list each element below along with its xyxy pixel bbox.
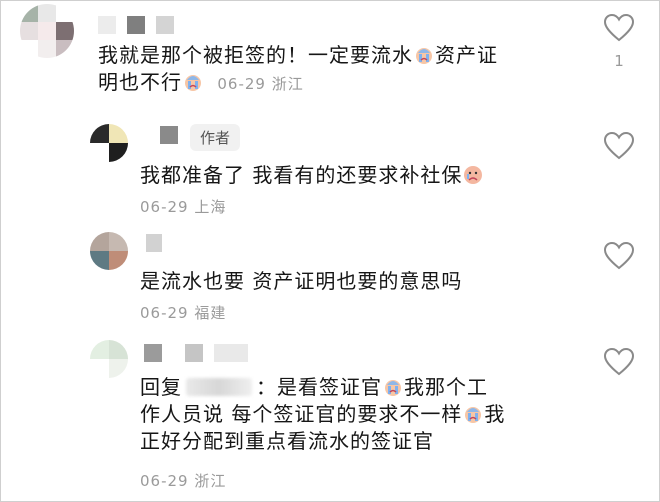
crying-emoji-icon <box>463 404 483 424</box>
like-heart-icon[interactable] <box>603 13 635 42</box>
author-badge: 作者 <box>190 124 241 151</box>
comment-text-part: 我都准备了 我看有的还要求补社保 <box>140 163 463 187</box>
comment-text: 我就是那个被拒签的！一定要流水 资产证 明也不行 06-29 浙江 <box>98 42 568 98</box>
like-heart-icon[interactable] <box>603 347 635 376</box>
like-heart-icon[interactable] <box>603 131 635 160</box>
avatar[interactable] <box>20 4 74 58</box>
comment-meta: 06-29 福建 <box>140 304 227 322</box>
comment-2: 作者 我都准备了 我看有的还要求补社保 06-29 上海 <box>0 118 660 218</box>
reply-prefix: 回复 <box>140 375 182 399</box>
comment-1: 我就是那个被拒签的！一定要流水 资产证 明也不行 06-29 浙江 1 <box>0 0 660 110</box>
comment-text-part: 我就是那个被拒签的！一定要流水 <box>98 43 413 67</box>
comment-text: 我都准备了 我看有的还要求补社保 <box>140 162 580 189</box>
like-heart-icon[interactable] <box>603 241 635 270</box>
comment-text-part: 我 <box>484 402 506 426</box>
crying-emoji-icon <box>383 377 403 397</box>
username-blurred[interactable] <box>160 126 184 146</box>
username-blurred[interactable] <box>98 16 180 36</box>
crying-emoji-icon <box>414 45 434 65</box>
crying-emoji-icon <box>183 72 203 92</box>
comment-text-part: 是流水也要 资产证明也要的意思吗 <box>140 269 463 293</box>
avatar[interactable] <box>90 124 128 162</box>
comment-meta: 06-29 浙江 <box>140 472 227 490</box>
pouting-emoji-icon <box>463 165 483 185</box>
avatar[interactable] <box>90 232 128 270</box>
mentioned-username-blurred[interactable] <box>186 378 252 396</box>
comment-text-part: 我那个工 <box>404 375 488 399</box>
comment-text-part: 作人员说 每个签证官的要求不一样 <box>140 402 463 426</box>
avatar[interactable] <box>90 340 128 378</box>
comment-text-part: 明也不行 <box>98 70 182 94</box>
comment-meta: 06-29 上海 <box>140 198 227 216</box>
comment-text-part: 资产证 <box>435 43 498 67</box>
username-blurred[interactable] <box>144 344 254 364</box>
comment-4: 回复 ：是看签证官 我那个工 作人员说 每个签证官的要求不一样我 正好分配到重点看流… <box>0 338 660 498</box>
username-blurred[interactable] <box>146 234 168 254</box>
comment-3: 是流水也要 资产证明也要的意思吗 06-29 福建 <box>0 228 660 328</box>
comment-text: 回复 ：是看签证官 我那个工 作人员说 每个签证官的要求不一样我 正好分配到重点看流… <box>140 374 580 455</box>
comment-text-part: ：是看签证官 <box>256 375 382 399</box>
comment-meta: 06-29 浙江 <box>217 75 304 93</box>
like-count: 1 <box>614 52 624 70</box>
comment-text: 是流水也要 资产证明也要的意思吗 <box>140 268 580 295</box>
comment-text-part: 正好分配到重点看流水的签证官 <box>140 429 434 453</box>
